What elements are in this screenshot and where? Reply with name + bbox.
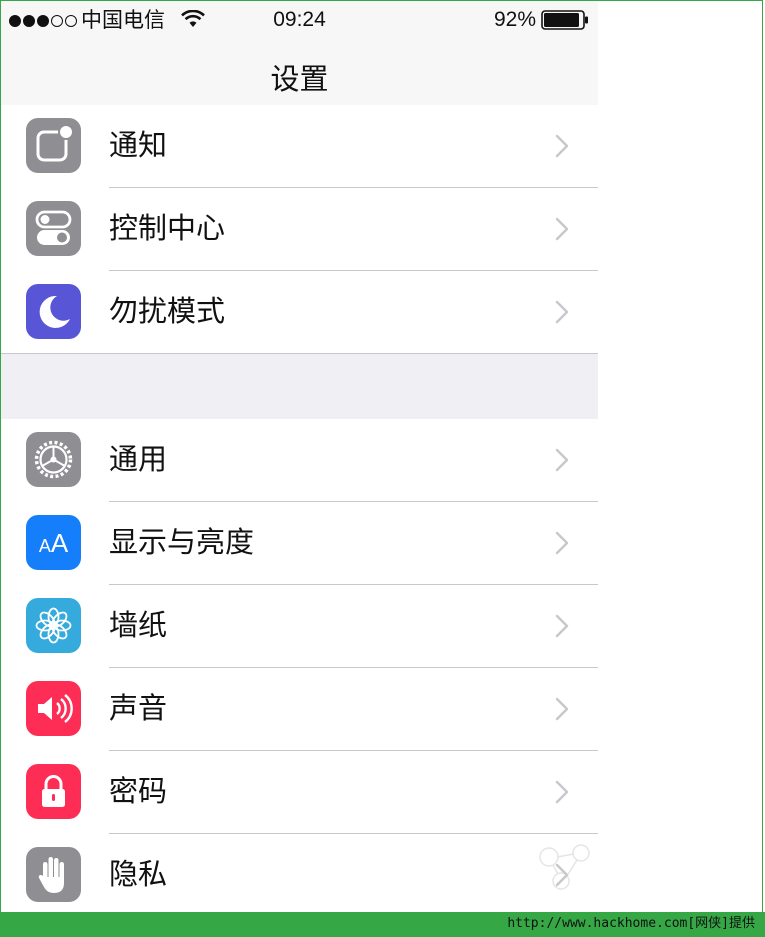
phone-screen: 中国电信 09:24 92% 设置 通知 控制中心 勿扰模式 通用 AA 显示与… [1, 1, 598, 912]
sounds-speaker-icon [26, 681, 81, 736]
battery-icon [541, 10, 588, 30]
chevron-right-icon [555, 448, 569, 472]
privacy-hand-icon [26, 847, 81, 902]
settings-group-1: 通知 控制中心 勿扰模式 [1, 105, 598, 353]
passcode-lock-icon [26, 764, 81, 819]
settings-row-label: 控制中心 [109, 211, 226, 245]
general-gear-icon [26, 432, 81, 487]
settings-row-notifications[interactable]: 通知 [1, 105, 598, 188]
settings-row-wallpaper[interactable]: 墙纸 [1, 585, 598, 668]
settings-row-passcode[interactable]: 密码 [1, 751, 598, 834]
status-bar: 中国电信 09:24 92% [1, 1, 598, 39]
display-brightness-aa-icon: AA [26, 515, 81, 570]
watermark-logo-icon [539, 844, 590, 890]
do-not-disturb-moon-icon [26, 284, 81, 339]
battery-percentage: 92% [493, 8, 536, 31]
settings-row-label: 隐私 [109, 857, 168, 891]
settings-row-do-not-disturb[interactable]: 勿扰模式 [1, 271, 598, 353]
notifications-icon [26, 118, 81, 173]
watermark-text: http://www.hackhome.com[网侠]提供 [507, 916, 755, 931]
settings-group-2: 通用 AA 显示与亮度 墙纸 声音 密码 隐私 [1, 419, 598, 912]
settings-row-label: 通用 [109, 442, 168, 476]
chevron-right-icon [555, 780, 569, 804]
settings-row-label: 勿扰模式 [109, 294, 226, 328]
page-title: 设置 [270, 62, 329, 96]
chevron-right-icon [555, 614, 569, 638]
settings-row-control-center[interactable]: 控制中心 [1, 188, 598, 271]
settings-row-label: 显示与亮度 [109, 525, 255, 559]
settings-row-label: 墙纸 [109, 608, 168, 642]
watermark-bar: http://www.hackhome.com[网侠]提供 [0, 912, 765, 937]
control-center-icon [26, 201, 81, 256]
chevron-right-icon [555, 300, 569, 324]
chevron-right-icon [555, 134, 569, 158]
wallpaper-flower-icon [26, 598, 81, 653]
settings-row-sounds[interactable]: 声音 [1, 668, 598, 751]
settings-row-label: 声音 [109, 691, 168, 725]
chevron-right-icon [555, 217, 569, 241]
settings-row-general[interactable]: 通用 [1, 419, 598, 502]
settings-row-label: 密码 [109, 774, 168, 808]
section-gap [1, 353, 598, 420]
settings-row-label: 通知 [109, 128, 168, 162]
settings-row-display-brightness[interactable]: AA 显示与亮度 [1, 502, 598, 585]
chevron-right-icon [555, 697, 569, 721]
settings-row-privacy[interactable]: 隐私 [1, 834, 598, 912]
chevron-right-icon [555, 531, 569, 555]
svg-text:AA: AA [39, 528, 69, 558]
